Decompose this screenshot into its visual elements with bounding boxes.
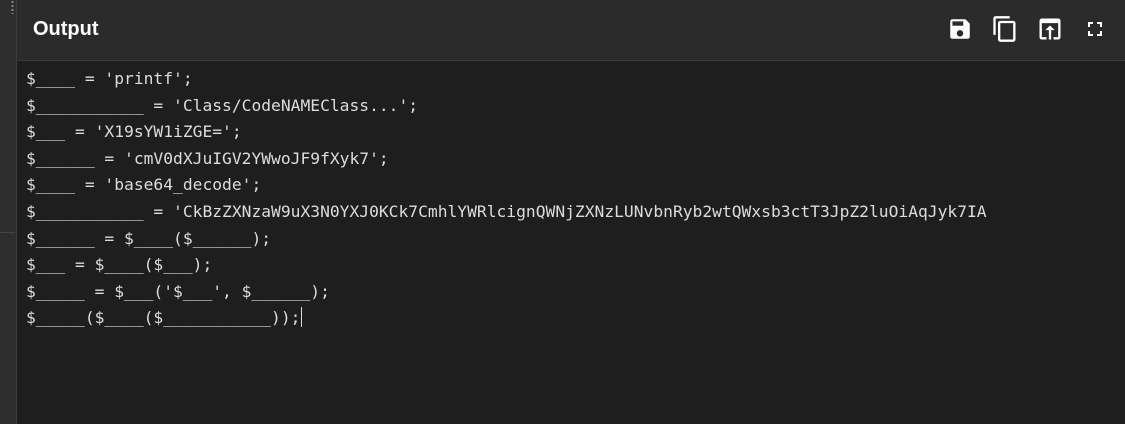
move-up-icon: [1039, 18, 1061, 40]
fullscreen-icon: [1088, 22, 1102, 36]
output-panel-header: Output: [17, 0, 1125, 61]
code-line: $______ = $____($______);: [26, 228, 272, 248]
code-line: $___ = 'X19sYW1iZGE=';: [26, 122, 242, 142]
drag-handle-icon[interactable]: [11, 0, 14, 14]
output-text-area[interactable]: $____ = 'printf'; $___________ = 'Class/C…: [17, 62, 1125, 424]
code-line-last: $_____($____($___________));: [26, 305, 987, 332]
left-resize-strip[interactable]: [0, 0, 17, 424]
text-caret: [301, 307, 303, 328]
copy-icon: [993, 16, 1016, 42]
output-toolbar: [931, 13, 1111, 45]
code-line: $_____ = $___('$___', $______);: [26, 281, 330, 301]
code-line: $______ = 'cmV0dXJuIGV2YWwoJF9fXyk7';: [26, 148, 389, 168]
maximise-button[interactable]: [1079, 13, 1111, 45]
replace-input-button[interactable]: [1034, 13, 1066, 45]
save-button[interactable]: [944, 13, 976, 45]
code-line: $___________ = 'Class/CodeNAMEClass...';: [26, 95, 419, 115]
output-panel: Output $____ = 'printf'; $___________ = …: [17, 0, 1125, 424]
code-line: $___________ = 'CkBzZXNzaW9uX3N0YXJ0KCk7…: [26, 201, 987, 221]
code-line: $____ = 'printf';: [26, 69, 193, 88]
floppy-disk-icon: [950, 19, 970, 39]
code-line-text: $_____($____($___________));: [26, 308, 301, 328]
output-code: $____ = 'printf'; $___________ = 'Class/C…: [26, 66, 987, 332]
code-line: $____ = 'base64_decode';: [26, 175, 262, 195]
code-line: $___ = $____($___);: [26, 255, 213, 275]
panel-title: Output: [33, 18, 99, 40]
divider: [0, 232, 15, 233]
copy-button[interactable]: [989, 13, 1021, 45]
